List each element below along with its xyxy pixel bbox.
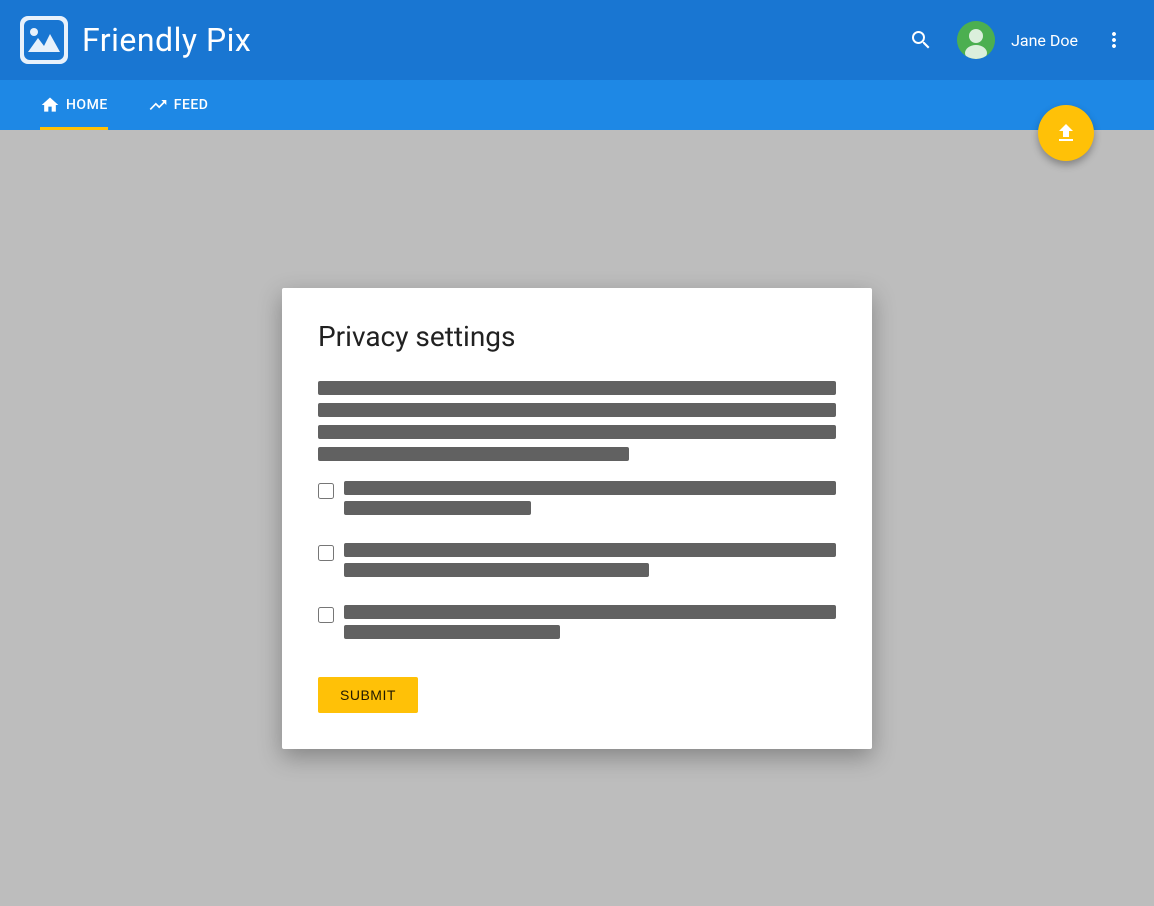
dialog-title: Privacy settings	[318, 320, 836, 353]
navbar: HOME FEED	[0, 80, 1154, 130]
nav-feed-label: FEED	[174, 97, 209, 113]
privacy-settings-dialog: Privacy settings	[282, 288, 872, 749]
checkbox-3[interactable]	[318, 607, 334, 623]
checkbox-1-text	[344, 481, 836, 521]
checkbox-2-text	[344, 543, 836, 583]
logo-icon	[20, 16, 68, 64]
checkbox-3-text	[344, 605, 836, 645]
checkbox-item-2	[318, 543, 836, 583]
upload-fab-button[interactable]	[1038, 105, 1094, 161]
nav-home-label: HOME	[66, 97, 108, 113]
checkbox-item-1	[318, 481, 836, 521]
cb3-line1	[344, 605, 836, 619]
main-content: Privacy settings	[0, 130, 1154, 906]
cb2-line2	[344, 563, 649, 577]
cb1-line2	[344, 501, 531, 515]
nav-feed[interactable]: FEED	[128, 80, 229, 130]
submit-button[interactable]: SUBMIT	[318, 677, 418, 713]
checkbox-item-3	[318, 605, 836, 645]
search-button[interactable]	[901, 20, 941, 60]
cb3-line2	[344, 625, 560, 639]
checkbox-1[interactable]	[318, 483, 334, 499]
upload-icon	[1054, 121, 1078, 145]
desc-line-3	[318, 425, 836, 439]
header: Friendly Pix Jane Doe	[0, 0, 1154, 80]
search-icon	[909, 28, 933, 52]
feed-icon	[148, 95, 168, 115]
cb1-line1	[344, 481, 836, 495]
desc-line-4	[318, 447, 629, 461]
desc-line-1	[318, 381, 836, 395]
desc-line-2	[318, 403, 836, 417]
header-right: Jane Doe	[901, 20, 1134, 60]
description-block	[318, 381, 836, 461]
app-title: Friendly Pix	[82, 21, 251, 59]
cb2-line1	[344, 543, 836, 557]
checkbox-2[interactable]	[318, 545, 334, 561]
nav-home[interactable]: HOME	[20, 80, 128, 130]
more-options-button[interactable]	[1094, 20, 1134, 60]
home-icon	[40, 95, 60, 115]
header-left: Friendly Pix	[20, 16, 251, 64]
user-name-label: Jane Doe	[1011, 31, 1078, 50]
more-vert-icon	[1102, 28, 1126, 52]
avatar	[957, 21, 995, 59]
